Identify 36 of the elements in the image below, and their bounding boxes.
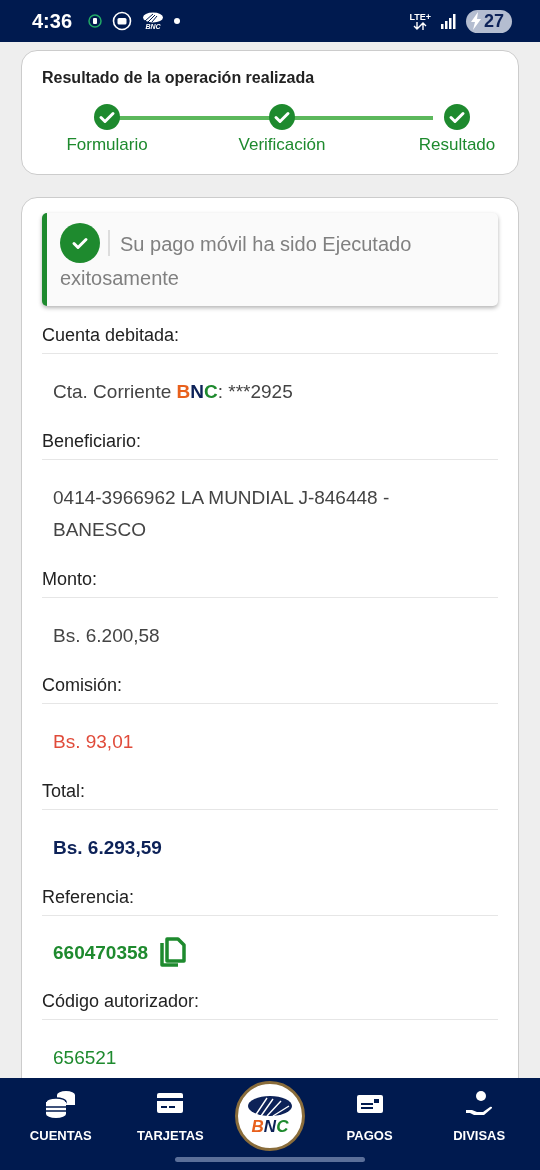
field-label: Comisión:: [42, 673, 498, 704]
coins-icon: [43, 1090, 78, 1118]
fee-value: Bs. 93,01: [52, 730, 135, 754]
field-value: 0414-3966962 LA MUNDIAL J-846448 - BANESCO: [52, 486, 391, 542]
card-title: Resultado de la operación realizada: [42, 69, 316, 87]
reference-number: 660470358: [53, 941, 149, 965]
step-label: Resultado: [418, 135, 496, 155]
bank-logo-button[interactable]: BNC: [235, 1081, 305, 1151]
step-label: Formulario: [66, 135, 148, 155]
field-label: Referencia:: [42, 885, 498, 916]
total-value: Bs. 6.293,59: [52, 836, 163, 860]
authorization-code: 656521: [52, 1046, 118, 1070]
step-label: Verificación: [238, 135, 326, 155]
success-alert: Su pago móvil ha sido Ejecutado exitosamente: [42, 213, 498, 306]
field-value: Bs. 6.200,58: [52, 624, 161, 648]
field-label: Monto:: [42, 567, 498, 598]
copy-icon[interactable]: [158, 937, 187, 969]
network-type: LTE+: [409, 12, 431, 22]
notification-dot-icon: [174, 18, 181, 24]
nav-tab[interactable]: PAGOS: [324, 1078, 415, 1144]
wallet-app-icon: [112, 11, 133, 31]
check-circle-icon: [60, 223, 100, 263]
nav-tab[interactable]: CUENTAS: [15, 1078, 106, 1144]
logo-emblem-icon: [247, 1095, 293, 1117]
battery-indicator: 27: [465, 9, 512, 33]
nav-tab[interactable]: DIVISAS: [434, 1078, 525, 1144]
data-arrows-icon: [413, 21, 428, 30]
signal-icon: [440, 13, 456, 29]
field-label: Beneficiario:: [42, 429, 498, 460]
field-label: Cuenta debitada:: [42, 323, 498, 354]
clock: 4:36: [32, 9, 73, 33]
field-label: Código autorizador:: [42, 989, 498, 1020]
account-value: Cta. Corriente BNC: ***2925: [52, 380, 294, 404]
field-label: Total:: [42, 779, 498, 810]
nav-tab[interactable]: TARJETAS: [125, 1078, 216, 1144]
hand-coin-icon: [465, 1090, 494, 1118]
